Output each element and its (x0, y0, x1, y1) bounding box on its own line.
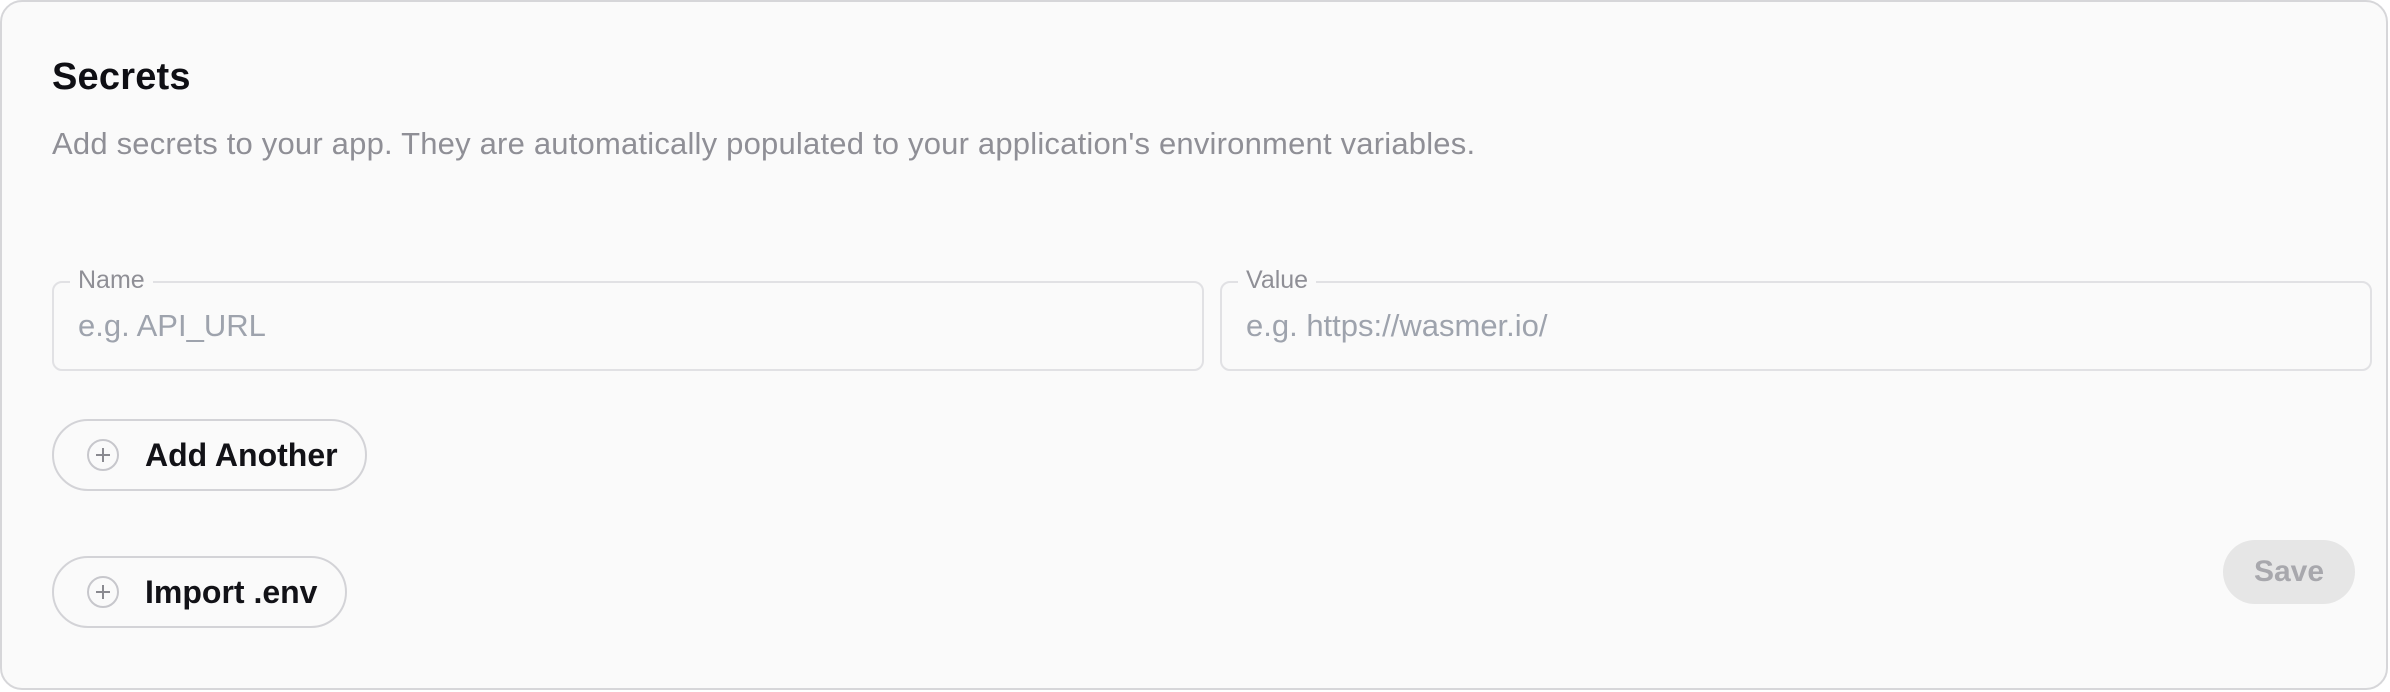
save-button[interactable]: Save (2223, 540, 2355, 604)
plus-circle-icon (87, 439, 119, 471)
add-another-button[interactable]: Add Another (52, 419, 367, 491)
import-env-button[interactable]: Import .env (52, 556, 347, 628)
value-field[interactable]: Value (1220, 264, 2372, 371)
section-description: Add secrets to your app. They are automa… (52, 126, 1476, 161)
import-env-label: Import .env (145, 573, 318, 610)
plus-circle-icon (87, 576, 119, 608)
section-title: Secrets (52, 56, 191, 98)
add-another-label: Add Another (145, 436, 338, 473)
secrets-card: Secrets Add secrets to your app. They ar… (0, 0, 2388, 690)
name-field[interactable]: Name (52, 264, 1204, 371)
value-input[interactable] (1246, 283, 2350, 369)
name-input[interactable] (78, 283, 1182, 369)
